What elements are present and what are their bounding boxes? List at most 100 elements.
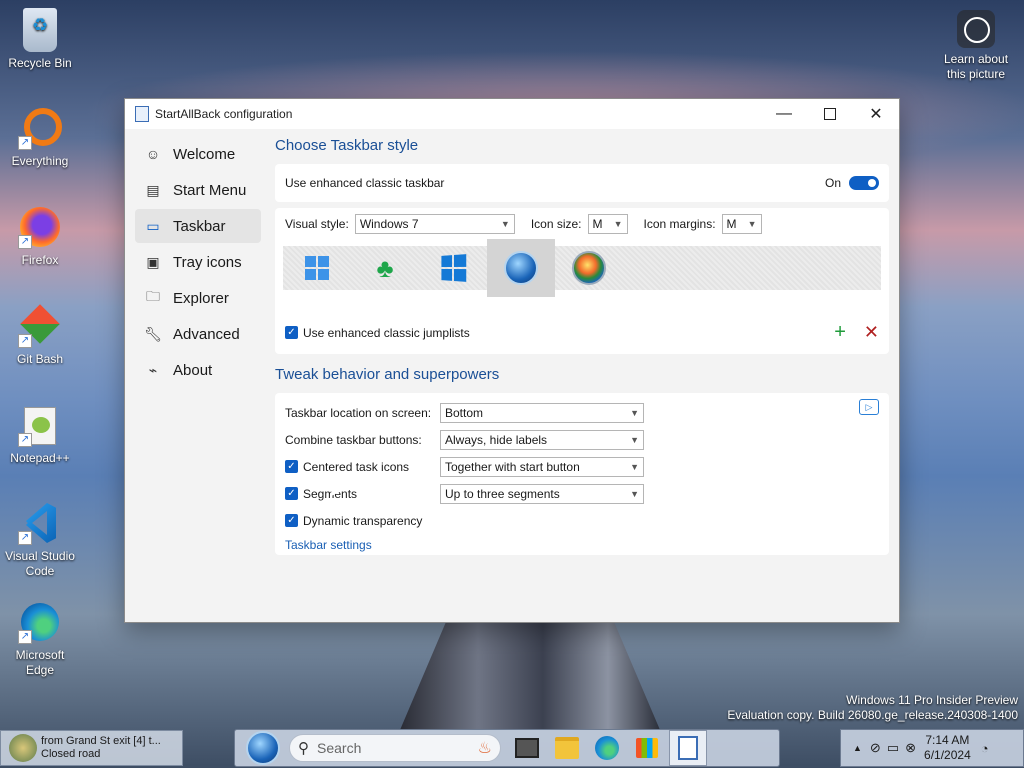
jumplists-label: Use enhanced classic jumplists: [303, 325, 470, 340]
chevron-down-icon: ▼: [613, 219, 623, 229]
learn-about-picture[interactable]: Learn about this picture: [934, 10, 1018, 82]
style-windows-7-button[interactable]: [487, 239, 555, 297]
desktop-icon-notepad-plus[interactable]: ↗ Notepad++: [0, 403, 80, 466]
desktop-icon-label: Git Bash: [16, 352, 64, 366]
folder-icon: [555, 737, 579, 759]
sidebar-item-about[interactable]: ⌁ About: [135, 353, 261, 387]
icon-margins-select[interactable]: M ▼: [721, 214, 762, 234]
windows-11-logo-icon: [305, 256, 329, 280]
wallpaper-pier: [400, 620, 660, 730]
taskbar-center: ⚲ Search ♨: [234, 729, 780, 767]
icon-size-value: M: [592, 217, 603, 231]
wrench-icon: 🔧︎: [144, 325, 162, 342]
vscode-icon: ↗: [18, 501, 62, 545]
centered-label: Centered task icons: [303, 459, 410, 474]
icon-size-select[interactable]: M ▼: [587, 214, 628, 234]
news-widget[interactable]: from Grand St exit [4] t... Closed road: [0, 730, 183, 766]
edge-taskbar-button[interactable]: [589, 731, 625, 765]
icon-margins-value: M: [726, 217, 737, 231]
combine-select[interactable]: Always, hide labels ▼: [440, 429, 644, 450]
task-view-button[interactable]: [509, 731, 545, 765]
chevron-down-icon: ▼: [630, 407, 639, 418]
windows-watermark: Windows 11 Pro Insider Preview Evaluatio…: [727, 693, 1018, 723]
store-button[interactable]: [629, 731, 665, 765]
desktop-icon-firefox[interactable]: ↗ Firefox: [0, 205, 80, 268]
minimize-button[interactable]: —: [761, 99, 807, 129]
search-box[interactable]: ⚲ Search ♨: [289, 734, 501, 762]
desktop-icon-vscode[interactable]: ↗ Visual Studio Code: [0, 501, 80, 579]
style-clover-button[interactable]: ♣: [351, 242, 419, 294]
enhanced-taskbar-toggle[interactable]: [849, 176, 879, 190]
visual-style-select[interactable]: Windows 7 ▼: [354, 214, 515, 234]
camera-icon: [957, 10, 995, 48]
desktop-icon-git-bash[interactable]: ↗ Git Bash: [0, 304, 80, 367]
clover-icon: ♣: [376, 252, 394, 283]
maximize-button[interactable]: [807, 99, 853, 129]
chevron-down-icon: ▼: [747, 219, 757, 229]
sidebar-item-start-menu[interactable]: ▤ Start Menu: [135, 173, 261, 207]
file-explorer-button[interactable]: [549, 731, 585, 765]
show-hidden-icons-button[interactable]: ▲: [853, 743, 862, 753]
taskbar: from Grand St exit [4] t... Closed road …: [0, 728, 1024, 768]
volume-icon[interactable]: ⊗: [905, 740, 916, 756]
chevron-down-icon: ▼: [630, 434, 639, 445]
start-menu-icon: ▤: [146, 181, 160, 198]
title-bar[interactable]: StartAllBack configuration — ✕: [125, 99, 899, 129]
taskbar-settings-link[interactable]: Taskbar settings: [285, 538, 372, 552]
notifications-icon[interactable]: ◔: [981, 741, 989, 756]
close-button[interactable]: ✕: [853, 99, 899, 129]
desktop-icon-everything[interactable]: ↗ Everything: [0, 106, 80, 169]
clock[interactable]: 7:14 AM 6/1/2024: [924, 733, 971, 763]
play-video-icon[interactable]: ▷: [859, 399, 879, 415]
icon-size-label: Icon size:: [530, 217, 582, 231]
folder-icon: 🗀: [146, 288, 160, 304]
taskbar-style-heading: Choose Taskbar style: [275, 137, 419, 154]
style-windows-10-button[interactable]: [419, 242, 487, 294]
style-vista-button[interactable]: [555, 242, 623, 294]
sidebar-item-label: Advanced: [173, 325, 240, 343]
display-icon[interactable]: ▭: [887, 740, 899, 756]
search-icon: ⚲: [298, 740, 309, 757]
sidebar-item-taskbar[interactable]: ▭ Taskbar: [135, 209, 261, 243]
segments-select[interactable]: Up to three segments ▼: [440, 483, 644, 504]
centered-select[interactable]: Together with start button ▼: [440, 456, 644, 477]
combine-label: Combine taskbar buttons:: [285, 432, 422, 447]
sidebar-item-tray-icons[interactable]: ▣ Tray icons: [135, 245, 261, 279]
search-placeholder: Search: [317, 740, 362, 756]
add-icon[interactable]: +: [834, 321, 846, 344]
segments-value: Up to three segments: [445, 486, 560, 501]
transparency-checkbox[interactable]: ✓: [285, 514, 298, 527]
desktop-icon-edge[interactable]: ↗ Microsoft Edge: [0, 600, 80, 678]
location-select[interactable]: Bottom ▼: [440, 402, 644, 423]
firefox-icon: ↗: [18, 205, 62, 249]
sidebar-item-explorer[interactable]: 🗀 Explorer: [135, 281, 261, 315]
desktop-icon-label: Visual Studio Code: [5, 549, 75, 578]
sidebar-item-advanced[interactable]: 🔧︎ Advanced: [135, 317, 261, 351]
sidebar: ☺ Welcome ▤ Start Menu ▭ Taskbar ▣ Tray icon…: [125, 129, 267, 622]
sidebar-item-label: Welcome: [173, 145, 236, 163]
style-windows-11-button[interactable]: [283, 242, 351, 294]
segments-label: Segments: [303, 486, 358, 501]
desktop-icon-recycle-bin[interactable]: ♻ Recycle Bin: [0, 8, 80, 71]
sidebar-item-welcome[interactable]: ☺ Welcome: [135, 137, 261, 171]
centered-checkbox[interactable]: ✓: [285, 460, 298, 473]
watermark-line-1: Windows 11 Pro Insider Preview: [846, 693, 1018, 707]
widget-subtitle: Closed road: [41, 748, 101, 760]
about-icon: ⌁: [148, 361, 158, 378]
enhanced-taskbar-row: Use enhanced classic taskbar On: [275, 164, 889, 202]
sidebar-item-label: Taskbar: [173, 217, 226, 235]
window-title: StartAllBack configuration: [155, 107, 293, 121]
transparency-label: Dynamic transparency: [303, 513, 423, 528]
centered-value: Together with start button: [445, 459, 580, 474]
desktop-icon-label: Everything: [11, 154, 69, 168]
segments-checkbox[interactable]: ✓: [285, 487, 298, 500]
traffic-widget-icon: [9, 734, 37, 762]
network-icon[interactable]: ⊘: [870, 740, 881, 756]
taskbar-style-gallery: ♣: [283, 239, 881, 297]
startallback-taskbar-button[interactable]: [669, 730, 707, 766]
start-button[interactable]: [245, 731, 281, 765]
smile-icon: ☺: [145, 146, 161, 162]
delete-icon[interactable]: ✕: [864, 322, 879, 343]
jumplists-checkbox[interactable]: ✓: [285, 326, 298, 339]
chevron-down-icon: ▼: [500, 219, 510, 229]
